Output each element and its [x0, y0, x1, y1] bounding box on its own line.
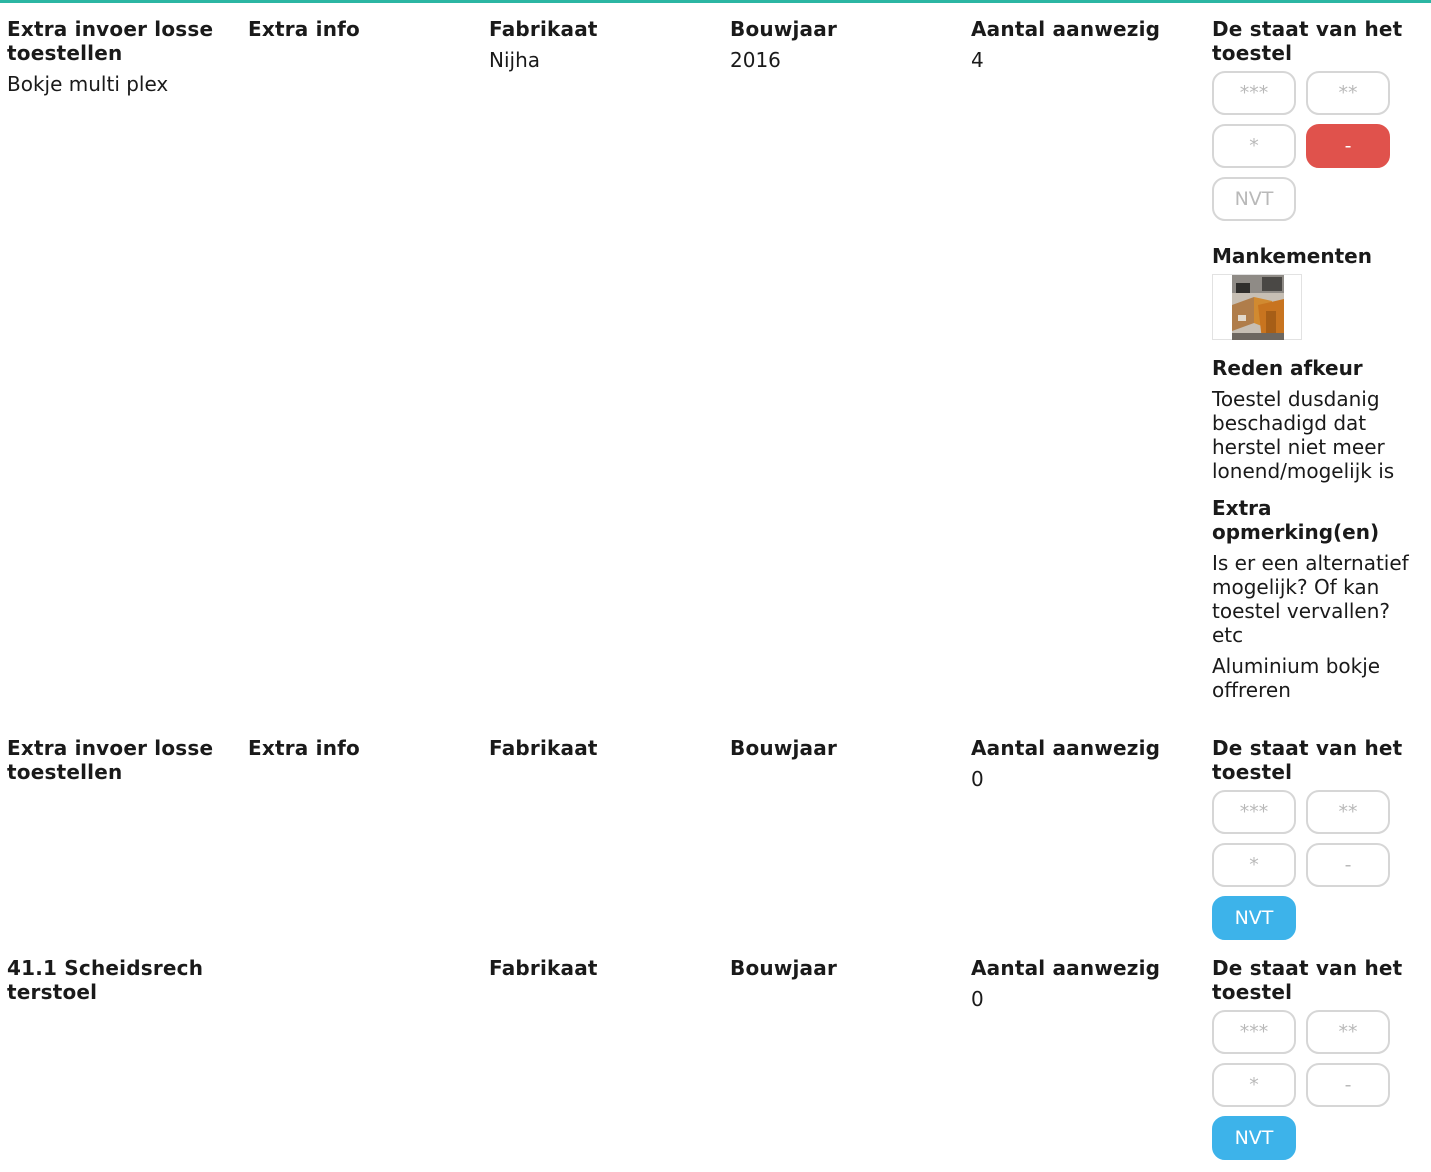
record-1-title: Extra invoer losse toestellen [7, 17, 214, 65]
record-3-rating-group: *** ** * - NVT [1212, 1010, 1402, 1172]
rating-dash-button[interactable]: - [1306, 843, 1390, 887]
record-1-fabrikaat-value[interactable]: Nijha [489, 48, 714, 72]
record-3-bouwjaar-col: Bouwjaar [730, 956, 955, 980]
rating-nvt-button-selected[interactable]: NVT [1212, 896, 1296, 940]
record-2-bouwjaar-col: Bouwjaar [730, 736, 955, 760]
record-3-title: 41.1 Scheidsrechterstoel [7, 956, 204, 1004]
record-1-fabrikaat-label: Fabrikaat [489, 17, 598, 41]
rating-dash-button-selected[interactable]: - [1306, 124, 1390, 168]
record-2-fabrikaat-col: Fabrikaat [489, 736, 714, 760]
rating-1-star-button[interactable]: * [1212, 1063, 1296, 1107]
rating-1-star-button[interactable]: * [1212, 124, 1296, 168]
record-1-name-value[interactable]: Bokje multi plex [7, 72, 232, 96]
record-1-staat-label: De staat van het toestel [1212, 17, 1403, 65]
record-1-bouwjaar-col: Bouwjaar 2016 [730, 17, 955, 72]
record-3-staat-label: De staat van het toestel [1212, 956, 1403, 1004]
record-2-name-col: Extra invoer losse toestellen [7, 736, 232, 784]
mankementen-photo-thumbnail[interactable] [1212, 274, 1302, 340]
record-3-name-col: 41.1 Scheidsrechterstoel [7, 956, 217, 1004]
record-1-mankementen-label: Mankementen [1212, 244, 1372, 268]
record-3-bouwjaar-label: Bouwjaar [730, 956, 838, 980]
record-3-aantal-col: Aantal aanwezig 0 [971, 956, 1196, 1011]
rating-3-stars-button[interactable]: *** [1212, 1010, 1296, 1054]
record-2-rating-group: *** ** * - NVT [1212, 790, 1402, 952]
record-1-extra-info-col: Extra info [248, 17, 473, 41]
record-1-reden-afkeur-label: Reden afkeur [1212, 356, 1363, 380]
rating-nvt-button[interactable]: NVT [1212, 177, 1296, 221]
record-2-title: Extra invoer losse toestellen [7, 736, 214, 784]
record-1-extra-opmerking-value[interactable]: Aluminium bokje offreren [1212, 654, 1412, 702]
record-2-staat-label: De staat van het toestel [1212, 736, 1403, 784]
record-3-aantal-label: Aantal aanwezig [971, 956, 1161, 980]
record-2-fabrikaat-label: Fabrikaat [489, 736, 598, 760]
record-1-aantal-label: Aantal aanwezig [971, 17, 1161, 41]
top-accent-line [0, 0, 1431, 3]
record-1-rating-group: *** ** * - NVT [1212, 71, 1402, 233]
record-3-fabrikaat-col: Fabrikaat [489, 956, 714, 980]
rating-2-stars-button[interactable]: ** [1306, 1010, 1390, 1054]
record-1-extra-opmerking-label: Extra opmerking(en) [1212, 496, 1380, 544]
rating-nvt-button-selected[interactable]: NVT [1212, 1116, 1296, 1160]
record-3-staat-col: De staat van het toestel *** ** * - NVT [1212, 956, 1424, 1172]
record-1-staat-col: De staat van het toestel *** ** * - NVT … [1212, 17, 1424, 702]
record-2-aantal-value[interactable]: 0 [971, 767, 1196, 791]
record-2-extra-info-label: Extra info [248, 736, 360, 760]
record-2-bouwjaar-label: Bouwjaar [730, 736, 838, 760]
record-1-fabrikaat-col: Fabrikaat Nijha [489, 17, 714, 72]
rating-1-star-button[interactable]: * [1212, 843, 1296, 887]
record-3-aantal-value[interactable]: 0 [971, 987, 1196, 1011]
record-1-aantal-col: Aantal aanwezig 4 [971, 17, 1196, 72]
rating-3-stars-button[interactable]: *** [1212, 71, 1296, 115]
record-1-bouwjaar-label: Bouwjaar [730, 17, 838, 41]
record-2-aantal-label: Aantal aanwezig [971, 736, 1161, 760]
record-1-aantal-value[interactable]: 4 [971, 48, 1196, 72]
photo-image [1232, 275, 1284, 340]
record-1-name-col: Extra invoer losse toestellen Bokje mult… [7, 17, 232, 96]
rating-2-stars-button[interactable]: ** [1306, 71, 1390, 115]
record-1-extra-info-label: Extra info [248, 17, 360, 41]
record-2-aantal-col: Aantal aanwezig 0 [971, 736, 1196, 791]
rating-3-stars-button[interactable]: *** [1212, 790, 1296, 834]
record-1-bouwjaar-value[interactable]: 2016 [730, 48, 955, 72]
rating-2-stars-button[interactable]: ** [1306, 790, 1390, 834]
record-2-extra-info-col: Extra info [248, 736, 473, 760]
rating-dash-button[interactable]: - [1306, 1063, 1390, 1107]
record-1-reden-afkeur-value[interactable]: Toestel dusdanig beschadigd dat herstel … [1212, 387, 1424, 483]
record-3-fabrikaat-label: Fabrikaat [489, 956, 598, 980]
record-2-staat-col: De staat van het toestel *** ** * - NVT [1212, 736, 1424, 952]
record-1-extra-opmerking-hint: Is er een alternatief mogelijk? Of kan t… [1212, 551, 1409, 647]
